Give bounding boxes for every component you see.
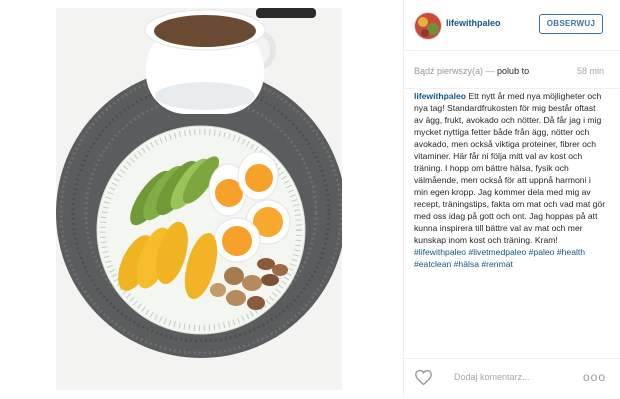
follow-button[interactable]: OBSERWUJ [539, 14, 603, 34]
like-link[interactable]: polub to [497, 66, 529, 76]
post-username[interactable]: lifewithpaleo [446, 18, 501, 28]
caption-hashtags[interactable]: #lifewithpaleo #livetmedpaleo #paleo #he… [414, 247, 585, 269]
likes-row: Bądź pierwszy(a) — polub to 58 min [404, 50, 620, 89]
post-photo[interactable] [56, 8, 342, 390]
post-caption: lifewithpaleo Ett nytt år med nya möjlig… [414, 90, 606, 270]
caption-text: Ett nytt år med nya möjligheter och nya … [414, 91, 606, 245]
heart-icon[interactable] [414, 369, 433, 386]
post-header: lifewithpaleo OBSERWUJ [404, 0, 620, 51]
avatar[interactable] [414, 12, 442, 40]
likes-text: Bądź pierwszy(a) — polub to [414, 66, 529, 76]
comment-bar: Dodaj komentarz... ooo [404, 358, 620, 399]
comment-input[interactable]: Dodaj komentarz... [454, 372, 530, 382]
caption-username[interactable]: lifewithpaleo [414, 91, 466, 101]
post-timestamp[interactable]: 58 min [577, 66, 604, 76]
more-options-icon[interactable]: ooo [583, 370, 606, 384]
first-like-prefix: Bądź pierwszy(a) — [414, 66, 495, 76]
